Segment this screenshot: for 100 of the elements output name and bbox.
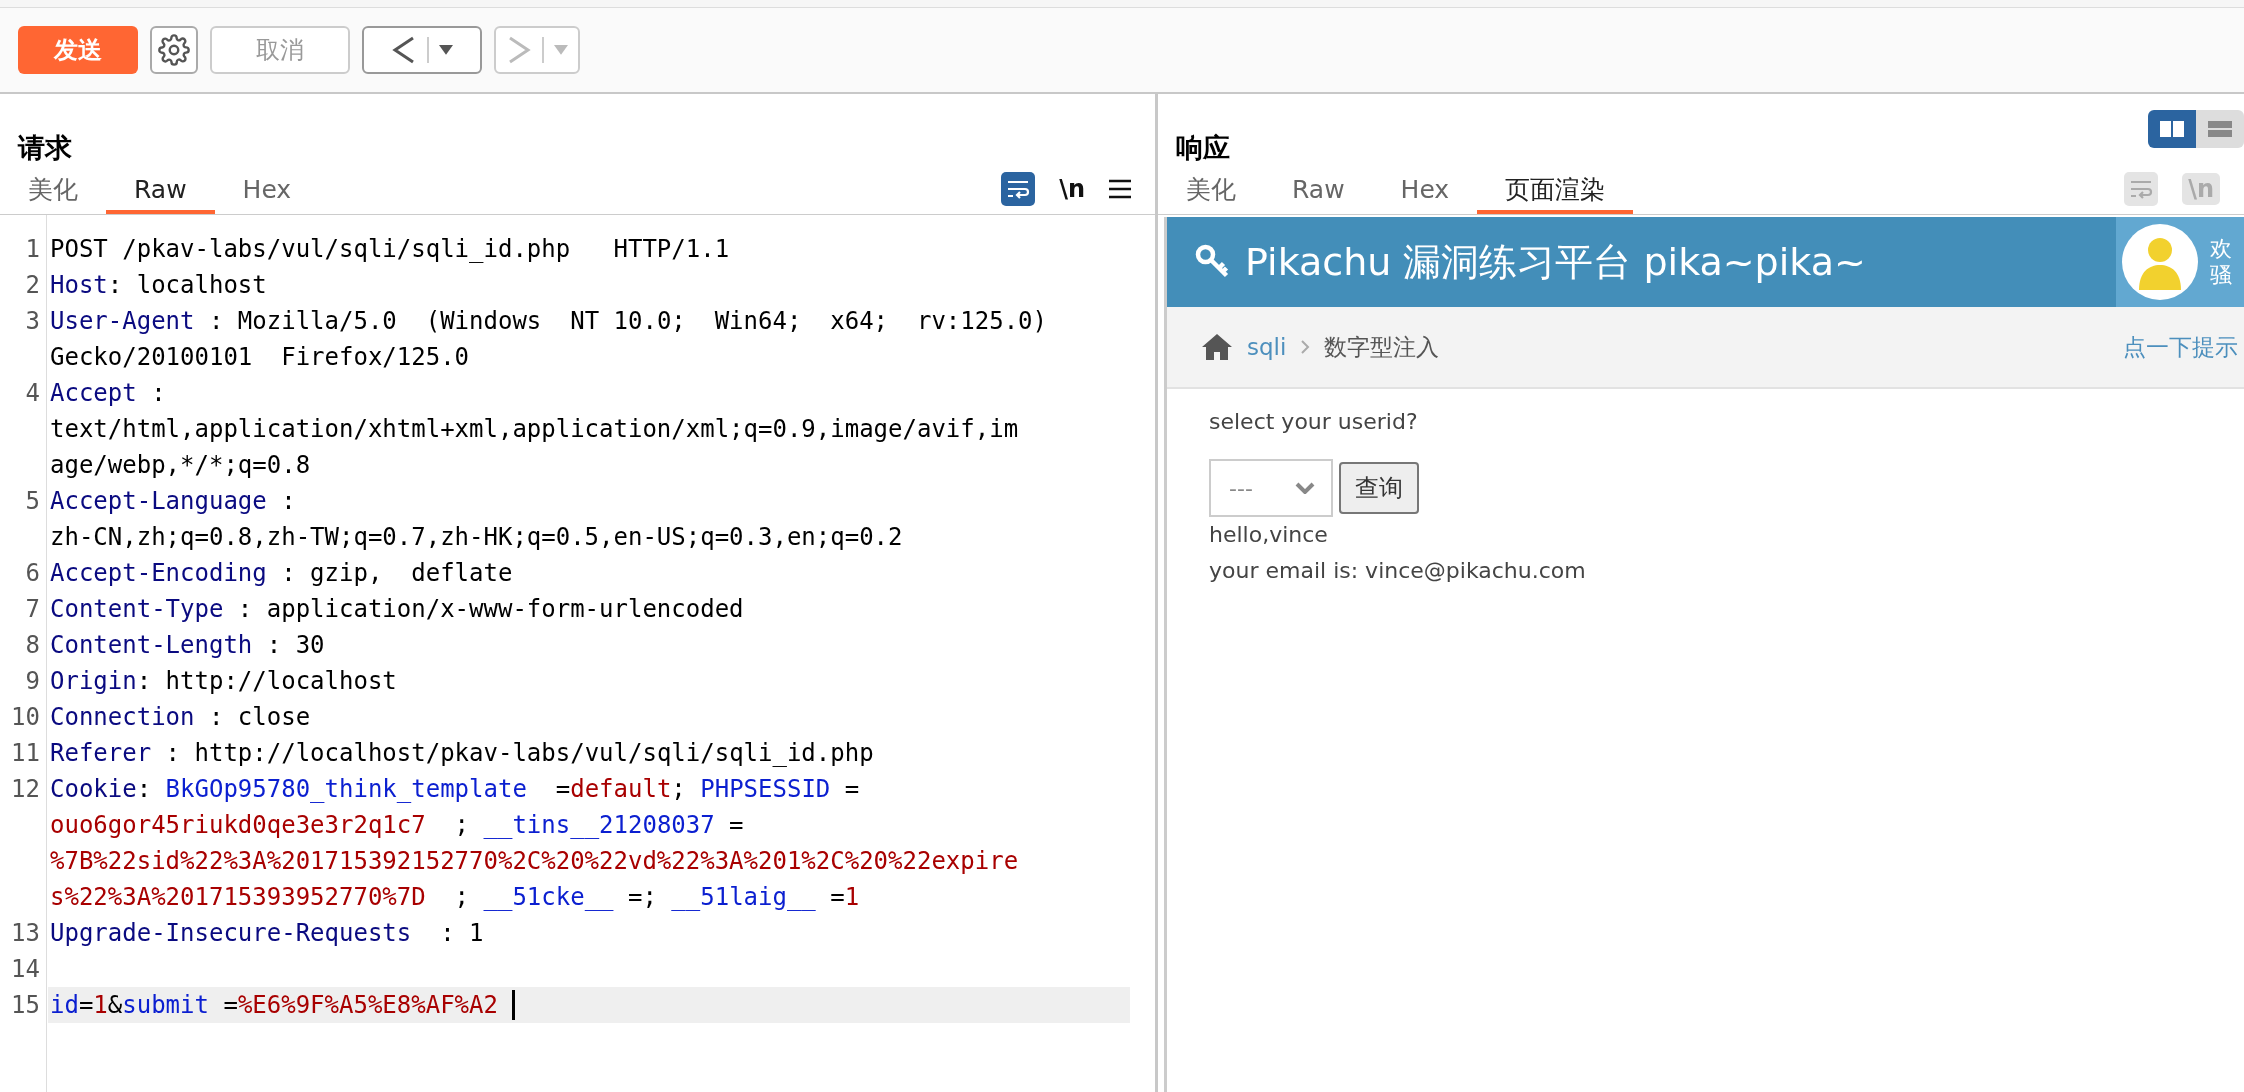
param-value: %E6%9F%A5%E8%AF%A2 [237, 990, 498, 1021]
param-name: __51laig__ [671, 882, 816, 913]
chevron-right-icon [1300, 339, 1311, 355]
code-text: text/html,application/xhtml+xml,application/xml;q=0.9,image/avif,im [50, 414, 1019, 445]
tab[interactable]: Raw [106, 168, 215, 214]
param-name: submit [122, 990, 209, 1021]
header-name: Content-Length [50, 630, 253, 661]
code-text: = [78, 990, 94, 1021]
hint-link[interactable]: 点一下提示 [2123, 331, 2244, 363]
code-text: : http://localhost/pkav-labs/vul/sqli/sqli_id.php [164, 738, 874, 769]
menu-icon[interactable] [1109, 179, 1131, 199]
header-name: Accept [50, 378, 137, 409]
header-name: Cookie [50, 774, 137, 805]
code-text: = [728, 810, 744, 841]
param-value: default [570, 774, 672, 805]
code-text: : 30 [265, 630, 325, 661]
pane-title: 请求 [18, 131, 72, 165]
code-text: ; [453, 882, 471, 913]
text-cursor [511, 990, 515, 1020]
code-text: : close [207, 702, 311, 733]
header-name: Referer [50, 738, 152, 769]
param-name: id [50, 990, 79, 1021]
code-text: zh-CN,zh;q=0.8,zh-TW;q=0.7,zh-HK;q=0.5,en-US;q=0.3,en;q=0.2 [50, 522, 903, 553]
query-button[interactable]: 查询 [1339, 462, 1419, 514]
tab[interactable]: 美化 [1158, 168, 1264, 214]
line-number: 13 [10, 918, 41, 949]
code-text: : Mozilla/5.0 (Windows NT 10.0; Win64; x64; rv:125.0) [207, 306, 1047, 337]
wrap-lines-button[interactable] [1001, 172, 1036, 206]
stacked-view-button[interactable] [2196, 110, 2244, 148]
newline-toggle[interactable]: \n [1059, 175, 1085, 203]
line-number: 14 [10, 954, 41, 985]
line-number: 4 [24, 378, 41, 409]
settings-button[interactable] [150, 26, 198, 74]
breadcrumb-link[interactable]: sqli [1247, 334, 1287, 360]
code-text: = [829, 882, 845, 913]
header-name: User-Agent [50, 306, 195, 337]
header-name: Content-Type [50, 594, 224, 625]
tab[interactable]: 美化 [0, 168, 106, 214]
param-name: __51cke__ [483, 882, 614, 913]
line-number: 5 [24, 486, 41, 517]
result-text: your email is: vince@pikachu.com [1209, 557, 1587, 585]
chevron-down-icon [1295, 482, 1315, 494]
param-value: ouo6gor45riukd0qe3e3r2q1c7 [50, 810, 426, 841]
home-icon[interactable] [1201, 333, 1233, 361]
key-icon [1195, 244, 1231, 280]
tab[interactable]: Raw [1264, 168, 1373, 214]
columns-icon [2160, 121, 2184, 137]
code-text: : http://localhost [136, 666, 397, 697]
line-number: 9 [24, 666, 41, 697]
greeting-text: 欢 [2210, 236, 2232, 262]
line-number: 11 [10, 738, 41, 769]
code-text: : [280, 486, 296, 517]
code-text: & [107, 990, 123, 1021]
param-value: %7B%22sid%22%3A%201715392152770%2C%20%22vd%22%3A%201%2C%20%22expire [50, 846, 1019, 877]
param-value: 1 [844, 882, 860, 913]
code-text: : [150, 378, 166, 409]
param-value: 1 [93, 990, 108, 1021]
split-view-button[interactable] [2148, 110, 2196, 148]
code-text: POST /pkav-labs/vul/sqli/sqli_id.php HTTP/1.1 [50, 234, 730, 265]
line-number: 2 [24, 270, 41, 301]
param-value: s%22%3A%201715393952770%7D [50, 882, 426, 913]
wrap-icon [2129, 179, 2154, 199]
code-text: = [554, 774, 571, 805]
header-name: Accept-Language [50, 486, 267, 517]
tab[interactable]: Hex [214, 168, 320, 214]
wrap-icon [1006, 179, 1031, 199]
code-text: : localhost [107, 270, 267, 301]
result-text: hello,vince [1209, 521, 1329, 549]
caret-icon [554, 45, 568, 55]
code-text: = [843, 774, 860, 805]
code-text: : [136, 774, 153, 805]
line-number: 8 [24, 630, 41, 661]
line-number: 6 [24, 558, 41, 589]
header-name: Origin [50, 666, 137, 697]
pane-title: 响应 [1176, 131, 1230, 165]
code-text: = [222, 990, 238, 1021]
code-text: age/webp,*/*;q=0.8 [50, 450, 311, 481]
code-text: : gzip, deflate [280, 558, 513, 589]
param-name: PHPSESSID [700, 774, 831, 805]
code-text: : 1 [439, 918, 484, 949]
line-number: 12 [10, 774, 41, 805]
back-button[interactable] [362, 26, 482, 74]
caret-icon [439, 45, 453, 55]
header-name: Upgrade-Insecure-Requests [50, 918, 412, 949]
param-name: __tins__21208037 [483, 810, 715, 841]
header-name: Accept-Encoding [50, 558, 267, 589]
send-button[interactable]: 发送 [18, 26, 138, 74]
gear-icon [158, 34, 190, 66]
line-number: 15 [10, 990, 41, 1021]
line-number: 3 [24, 306, 41, 337]
line-number: 7 [24, 594, 41, 625]
code-text: Gecko/20100101 Firefox/125.0 [50, 342, 470, 373]
site-title: Pikachu 漏洞练习平台 pika~pika~ [1245, 238, 1866, 286]
header-name: Host [50, 270, 108, 301]
tab[interactable]: Hex [1372, 168, 1478, 214]
rows-icon [2208, 121, 2232, 137]
line-number: 10 [10, 702, 41, 733]
userid-select[interactable]: --- [1209, 459, 1333, 517]
code-text: : application/x-www-form-urlencoded [236, 594, 744, 625]
code-text: =; [626, 882, 658, 913]
